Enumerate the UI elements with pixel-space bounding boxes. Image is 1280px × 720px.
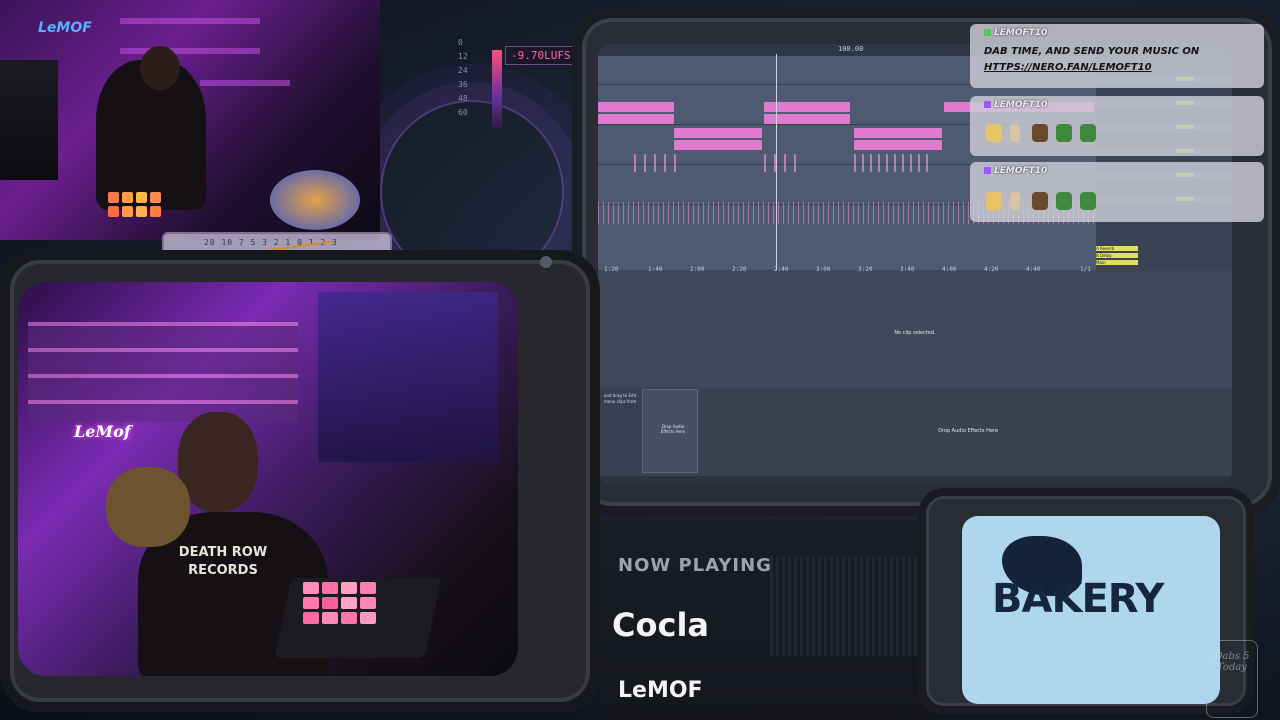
goblin-emote — [1080, 124, 1096, 142]
dabs-today-badge: Dabs 5 Today — [1206, 640, 1258, 718]
meter-bar — [492, 50, 502, 128]
time-tick: 1:20 — [604, 266, 619, 273]
chat-username: LEMOFT10 — [984, 166, 1047, 176]
chat-username: LEMOFT10 — [984, 100, 1047, 110]
chat-username: LEMOFT10 — [984, 28, 1047, 38]
time-tick: 3:20 — [858, 266, 873, 273]
main-track[interactable]: Main — [1096, 260, 1138, 265]
meter-tick: 12 — [458, 52, 468, 61]
streamer-head — [140, 46, 180, 90]
drum-pad-grid — [108, 192, 161, 217]
browser-hint: and drag to Edit menu clips from — [600, 389, 648, 479]
speaker-grille — [770, 556, 920, 656]
midi-notes[interactable] — [764, 154, 804, 172]
face-emote — [1032, 124, 1048, 142]
meter-tick: 36 — [458, 80, 468, 89]
chat-message: LEMOFT10 DAB TIME, AND SEND YOUR MUSIC O… — [970, 24, 1264, 88]
shelf — [120, 18, 260, 24]
overhead-webcam: LeMOF — [0, 0, 380, 240]
shelf — [200, 80, 290, 86]
drum-pad-grid — [303, 582, 376, 624]
playhead[interactable] — [776, 54, 777, 270]
keyboard-stand — [0, 60, 58, 180]
trophy-emote — [986, 124, 1002, 142]
time-tick: 4:40 — [1026, 266, 1041, 273]
track-title: Cocla — [612, 606, 709, 644]
audio-clip[interactable] — [854, 128, 942, 138]
no-clip-message: No clip selected. — [894, 330, 936, 336]
shirt-print: DEATH ROW RECORDS — [178, 545, 268, 578]
time-tick: 2:00 — [690, 266, 705, 273]
drop-zone-devices[interactable]: Drop Audio Effects Here — [898, 428, 1038, 434]
sneaker-shelves — [28, 322, 298, 422]
video-text: BAKERY — [992, 576, 1164, 622]
streamer-head — [178, 412, 258, 512]
time-tick: 3:00 — [816, 266, 831, 273]
meter-tick: 48 — [458, 94, 468, 103]
status-bar — [598, 476, 1232, 484]
time-tick: 3:40 — [900, 266, 915, 273]
meter-tick: 0 — [458, 38, 463, 47]
return-track-b[interactable]: B Delay — [1096, 253, 1138, 258]
badge-text: Dabs 5 Today — [1214, 651, 1250, 673]
patterned-stool — [270, 170, 360, 230]
screw — [540, 256, 552, 268]
trophy-emote — [986, 192, 1002, 210]
chat-link[interactable]: HTTPS://NERO.FAN/LEMOFT10 — [984, 62, 1152, 73]
now-playing-label: NOW PLAYING — [618, 555, 772, 576]
time-tick: 4:20 — [984, 266, 999, 273]
tempo-readout[interactable]: 100.00 — [838, 45, 863, 53]
time-tick: 4:00 — [942, 266, 957, 273]
meter-tick: 60 — [458, 108, 468, 117]
face-emote — [1032, 192, 1048, 210]
drop-zone-rack[interactable]: Drop Audio Effects Here — [658, 424, 688, 434]
midi-notes[interactable] — [854, 154, 934, 172]
video-panel: BAKERY — [962, 516, 1220, 704]
main-webcam: LeMof DEATH ROW RECORDS — [18, 282, 518, 676]
goblin-emote — [1056, 192, 1072, 210]
audio-clip[interactable] — [598, 114, 674, 124]
microphone-cover — [106, 467, 190, 547]
torch-emote — [1010, 192, 1020, 210]
audio-clip[interactable] — [854, 140, 942, 150]
time-tick: 1:40 — [648, 266, 663, 273]
artist-name: LeMOF — [618, 678, 703, 703]
lufs-readout: -9.70LUFS — [505, 46, 577, 65]
audio-clip[interactable] — [598, 102, 674, 112]
time-ruler[interactable]: 1:20 1:40 2:00 2:20 2:40 3:00 3:20 3:40 … — [598, 264, 1096, 274]
chat-message: LEMOFT10 — [970, 96, 1264, 156]
shelf — [120, 48, 260, 54]
chat-message: LEMOFT10 — [970, 162, 1264, 222]
time-tick: 2:40 — [774, 266, 789, 273]
time-tick: 2:20 — [732, 266, 747, 273]
torch-emote — [1010, 124, 1020, 142]
neon-sign: LeMof — [74, 422, 131, 441]
goblin-emote — [1056, 124, 1072, 142]
wall-posters — [318, 292, 498, 462]
audio-clip[interactable] — [674, 128, 762, 138]
meter-tick: 24 — [458, 66, 468, 75]
audio-clip[interactable] — [674, 140, 762, 150]
logo-text: LeMOF — [38, 20, 92, 36]
chat-text: DAB TIME, AND SEND YOUR MUSIC ON HTTPS:/… — [984, 44, 1254, 76]
goblin-emote — [1080, 192, 1096, 210]
midi-notes[interactable] — [634, 154, 684, 172]
return-track-a[interactable]: A Reverb — [1096, 246, 1138, 251]
chat-message-body: DAB TIME, AND SEND YOUR MUSIC ON — [984, 46, 1200, 57]
page-indicator: 1/1 — [1080, 266, 1091, 273]
